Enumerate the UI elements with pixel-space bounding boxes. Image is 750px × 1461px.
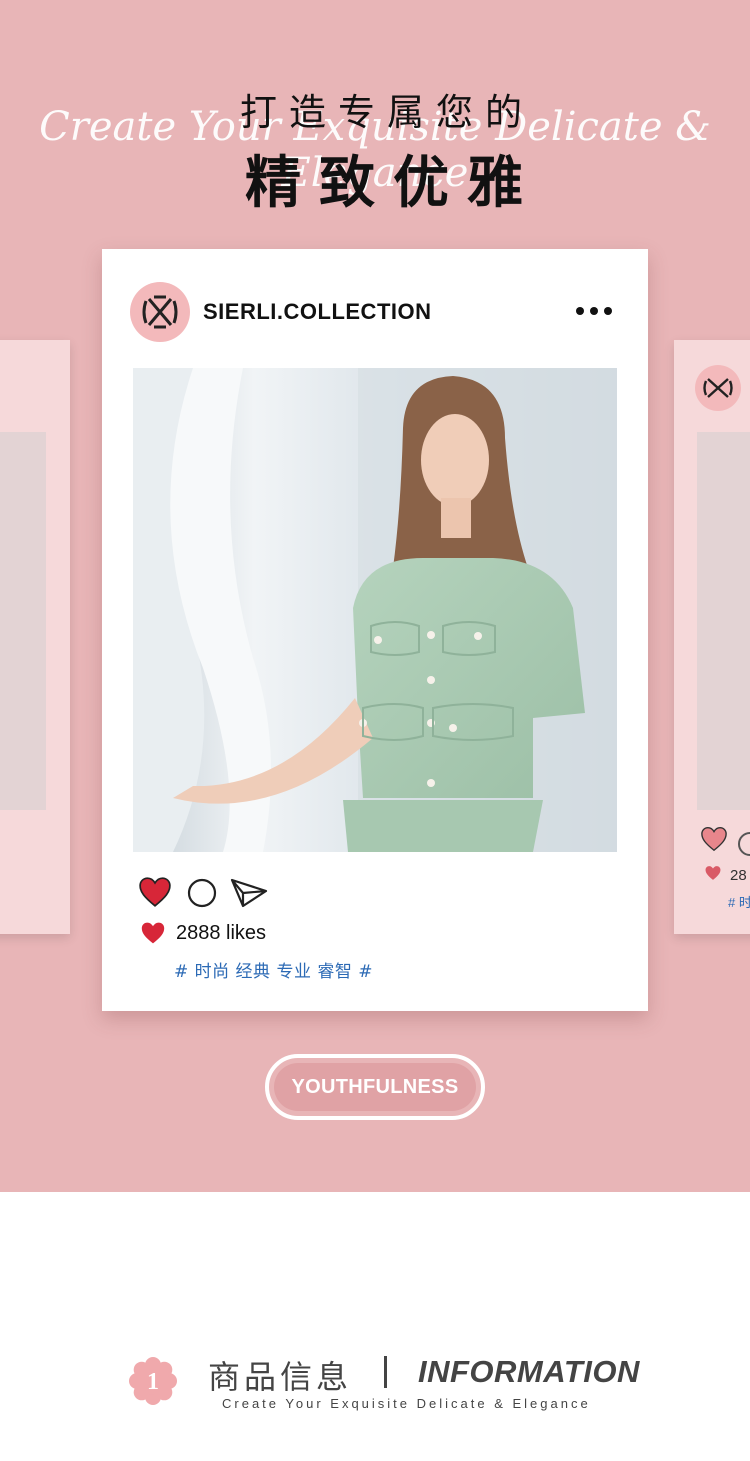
section-divider xyxy=(384,1356,387,1388)
heart-icon xyxy=(141,922,165,944)
post-handle[interactable]: SIERLI.COLLECTION xyxy=(203,299,432,325)
hero-title-line1: 打造专属您的 xyxy=(240,91,534,134)
likes-count: 2888 likes xyxy=(176,922,267,944)
comment-icon[interactable] xyxy=(186,877,218,909)
side-card-right-photo xyxy=(697,432,750,810)
side-card-tags: # 时 xyxy=(728,895,750,910)
comment-icon xyxy=(738,832,750,856)
side-card-right-avatar xyxy=(695,365,741,411)
section-number: 1 xyxy=(147,1369,159,1395)
hero-banner: Create Your Exquisite Delicate & Eleganc… xyxy=(0,0,750,1192)
ellipsis-icon[interactable] xyxy=(576,301,616,321)
hashtags[interactable]: # 时尚 经典 专业 睿智 # xyxy=(174,957,373,982)
heart-icon xyxy=(701,827,727,852)
section-title-en: INFORMATION xyxy=(418,1354,640,1389)
heart-icon xyxy=(705,866,721,880)
heart-icon[interactable] xyxy=(138,876,172,908)
side-card-likes: 28 xyxy=(730,867,747,884)
section-subtitle: Create Your Exquisite Delicate & Eleganc… xyxy=(222,1396,591,1411)
section-title-cn: 商品信息 xyxy=(208,1358,353,1396)
post-card: SIERLI.COLLECTION 2888 likes # 时尚 经典 专业 … xyxy=(102,249,648,1011)
section-header: 1 商品信息 INFORMATION Create Your Exquisite… xyxy=(0,1340,750,1420)
brand-logo-icon xyxy=(142,295,178,329)
avatar[interactable] xyxy=(130,282,190,342)
send-icon[interactable] xyxy=(230,877,268,909)
hero-title-line2: 精致优雅 xyxy=(245,151,541,216)
post-photo xyxy=(133,368,617,852)
side-card-left xyxy=(0,340,70,934)
side-card-right: 28 # 时 xyxy=(674,340,750,934)
side-card-left-photo xyxy=(0,432,46,810)
youthfulness-label: YOUTHFULNESS xyxy=(274,1063,476,1111)
youthfulness-badge: YOUTHFULNESS xyxy=(265,1054,485,1120)
flower-number-icon: 1 xyxy=(128,1356,178,1411)
